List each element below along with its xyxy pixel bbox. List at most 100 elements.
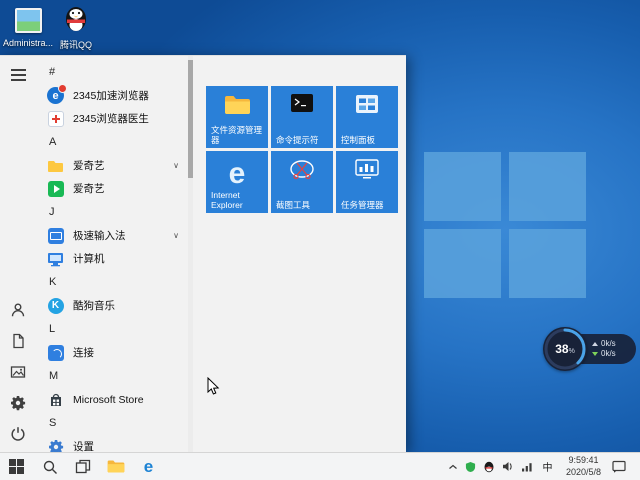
tile-label: 控制面板 — [341, 134, 376, 145]
icon-glyph: e — [52, 89, 59, 102]
network-icon[interactable] — [521, 461, 533, 472]
app-list-item-2345-speed-browser[interactable]: e 2345加速浏览器 — [36, 84, 188, 107]
app-list-item-iqiyi-folder[interactable]: 爱奇艺 ∨ — [36, 154, 188, 177]
app-list-item-jisu-ime[interactable]: 极速输入法 ∨ — [36, 224, 188, 247]
clock-date: 2020/5/8 — [565, 466, 601, 477]
icon-glyph: e — [228, 157, 246, 190]
start-tiles-area: 文件资源管理器 命令提示符 控制面板 e Internet Explorer 截… — [193, 56, 406, 452]
search-icon — [43, 460, 57, 474]
tray-security-icon[interactable] — [465, 461, 476, 473]
windows-logo-pane — [509, 152, 586, 221]
icon-glyph: K — [47, 297, 64, 314]
app-label: 设置 — [73, 441, 94, 452]
tile-label: 文件资源管理器 — [211, 124, 263, 145]
computer-icon — [47, 250, 64, 267]
windows-logo-pane — [509, 229, 586, 298]
desktop-icon-label: 腾讯QQ — [59, 40, 92, 50]
section-header-hash[interactable]: # — [36, 60, 188, 84]
windows-start-icon — [9, 459, 24, 474]
notification-icon — [612, 460, 626, 473]
tray-expand-button[interactable] — [448, 463, 458, 471]
action-center-button[interactable] — [612, 460, 626, 473]
internet-explorer-icon: e — [206, 159, 268, 189]
app-label: 2345加速浏览器 — [73, 90, 149, 102]
app-label: 爱奇艺 — [73, 183, 105, 195]
memory-usage-ball[interactable]: 38% — [543, 327, 587, 371]
settings-rail-icon[interactable] — [9, 394, 27, 412]
download-speed-row: 0k/s — [592, 350, 636, 358]
browser-doctor-icon — [47, 110, 64, 127]
app-list-item-kugou-music[interactable]: K 酷狗音乐 — [36, 294, 188, 317]
file-explorer-icon — [107, 460, 124, 473]
app-list-item-2345-browser-doctor[interactable]: 2345浏览器医生 — [36, 107, 188, 130]
microsoft-store-icon — [47, 391, 64, 408]
system-tray: 中 9:59:41 2020/5/8 — [448, 453, 640, 480]
section-header-m[interactable]: M — [36, 364, 188, 388]
ime-indicator[interactable]: 中 — [540, 459, 555, 474]
section-header-l[interactable]: L — [36, 317, 188, 341]
administrator-icon — [13, 5, 43, 35]
section-header-k[interactable]: K — [36, 270, 188, 294]
upload-speed-row: 0k/s — [592, 340, 636, 348]
clock-time: 9:59:41 — [568, 454, 599, 465]
iqiyi-icon — [47, 180, 64, 197]
taskbar-clock[interactable]: 9:59:41 2020/5/8 — [562, 455, 605, 478]
desktop-wallpaper: Administra... 腾讯QQ # e 2345加速浏览器 2345浏览器… — [0, 0, 640, 480]
section-header-j[interactable]: J — [36, 200, 188, 224]
section-header-a[interactable]: A — [36, 130, 188, 154]
search-button[interactable] — [33, 453, 66, 480]
hamburger-menu-icon[interactable] — [9, 66, 27, 84]
qq-penguin-icon — [61, 5, 91, 35]
tray-qq-icon[interactable] — [483, 461, 495, 473]
app-label: 爱奇艺 — [73, 160, 105, 172]
tile-label: 截图工具 — [276, 199, 311, 210]
browser-e-icon: e — [143, 457, 154, 476]
documents-icon[interactable] — [9, 332, 27, 350]
start-button[interactable] — [0, 453, 33, 480]
tile-internet-explorer[interactable]: e Internet Explorer — [206, 151, 268, 213]
control-panel-icon — [336, 94, 398, 114]
taskbar-file-explorer[interactable] — [99, 453, 132, 480]
snipping-tool-icon — [271, 159, 333, 181]
connect-icon — [47, 344, 64, 361]
section-header-s[interactable]: S — [36, 411, 188, 435]
folder-icon — [47, 157, 64, 174]
chevron-down-icon[interactable]: ∨ — [173, 231, 184, 240]
app-label: 2345浏览器医生 — [73, 113, 149, 125]
app-label: 酷狗音乐 — [73, 300, 115, 312]
taskbar-browser[interactable]: e — [132, 453, 165, 480]
windows-logo-wallpaper — [424, 152, 586, 298]
chevron-down-icon[interactable]: ∨ — [173, 161, 184, 170]
pictures-icon[interactable] — [9, 363, 27, 381]
desktop-icon-tencent-qq[interactable]: 腾讯QQ — [48, 5, 104, 51]
input-method-icon — [47, 227, 64, 244]
app-list-item-settings[interactable]: 设置 — [36, 435, 188, 452]
task-view-button[interactable] — [66, 453, 99, 480]
tile-file-explorer[interactable]: 文件资源管理器 — [206, 86, 268, 148]
command-prompt-icon — [271, 94, 333, 112]
tile-control-panel[interactable]: 控制面板 — [336, 86, 398, 148]
app-list-item-microsoft-store[interactable]: Microsoft Store — [36, 388, 188, 411]
user-account-icon[interactable] — [9, 301, 27, 319]
download-speed: 0k/s — [601, 349, 616, 358]
start-app-list: # e 2345加速浏览器 2345浏览器医生 A 爱奇艺 ∨ 爱奇艺 J 极速… — [36, 56, 188, 452]
chevron-up-icon — [449, 464, 457, 469]
volume-icon[interactable] — [502, 461, 514, 472]
power-icon[interactable] — [9, 425, 27, 443]
tile-snipping-tool[interactable]: 截图工具 — [271, 151, 333, 213]
tile-task-manager[interactable]: 任务管理器 — [336, 151, 398, 213]
settings-gear-icon — [47, 438, 64, 452]
tile-command-prompt[interactable]: 命令提示符 — [271, 86, 333, 148]
app-label: 连接 — [73, 347, 94, 359]
app-label: 计算机 — [73, 253, 105, 265]
windows-logo-pane — [424, 229, 501, 298]
app-list-item-computer[interactable]: 计算机 — [36, 247, 188, 270]
start-menu: # e 2345加速浏览器 2345浏览器医生 A 爱奇艺 ∨ 爱奇艺 J 极速… — [0, 55, 406, 452]
file-explorer-icon — [206, 94, 268, 116]
taskbar: e 中 9:59:41 2020/5/8 — [0, 452, 640, 480]
app-list-item-iqiyi[interactable]: 爱奇艺 — [36, 177, 188, 200]
app-list-item-connect[interactable]: 连接 — [36, 341, 188, 364]
net-speed-widget[interactable]: 0k/s 0k/s 38% — [543, 327, 637, 371]
upload-arrow-icon — [592, 342, 598, 346]
task-manager-icon — [336, 159, 398, 180]
